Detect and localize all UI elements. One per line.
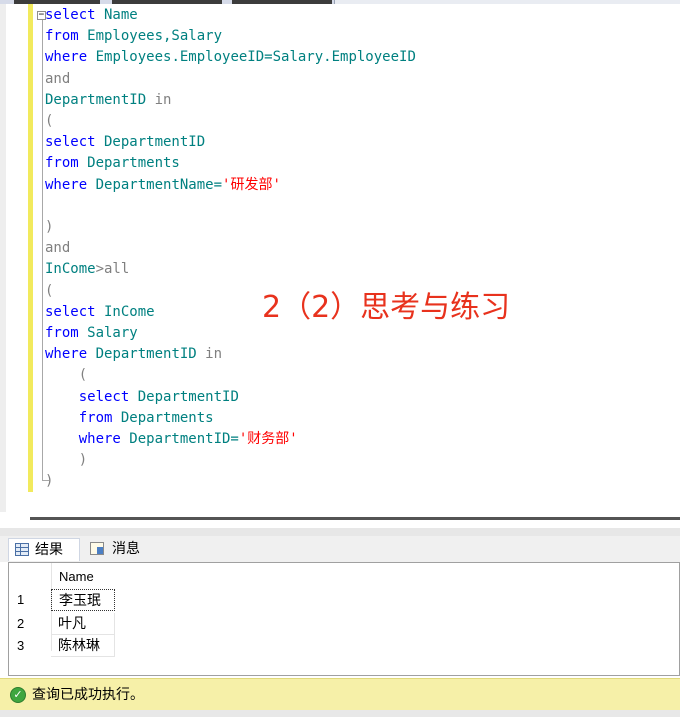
code-line[interactable]: from Employees,Salary bbox=[45, 26, 222, 47]
outline-fold-line bbox=[42, 18, 43, 480]
code-line[interactable]: ( bbox=[45, 365, 87, 386]
grid-cell[interactable]: 李玉珉 bbox=[51, 589, 115, 611]
tab-results-label: 结果 bbox=[35, 542, 63, 558]
code-token: where bbox=[45, 176, 88, 193]
code-token: and bbox=[45, 70, 71, 87]
code-line[interactable]: select Name bbox=[45, 5, 138, 26]
code-line[interactable]: select InCome bbox=[45, 302, 155, 323]
code-line[interactable]: and bbox=[45, 69, 70, 90]
tab-results[interactable]: 结果 bbox=[8, 538, 80, 561]
code-token: from bbox=[45, 155, 79, 172]
grid-icon bbox=[15, 543, 29, 556]
horizontal-scrollbar[interactable] bbox=[30, 517, 680, 520]
table-row[interactable]: 2 叶凡 bbox=[9, 613, 119, 635]
check-icon: ✓ bbox=[10, 687, 26, 703]
code-token: >all bbox=[95, 261, 130, 278]
code-token: where bbox=[45, 49, 88, 66]
code-token: Name bbox=[95, 7, 138, 23]
code-line[interactable]: select DepartmentID bbox=[45, 387, 239, 408]
code-line[interactable]: and bbox=[45, 238, 70, 259]
code-token: select bbox=[45, 303, 96, 320]
code-token: ( bbox=[45, 367, 88, 384]
code-line[interactable]: ( bbox=[45, 111, 53, 132]
code-token: Departments bbox=[78, 155, 180, 172]
table-row[interactable]: 1 李玉珉 bbox=[9, 589, 119, 611]
code-line[interactable]: from Departments bbox=[45, 408, 214, 429]
code-line[interactable]: ) bbox=[45, 450, 87, 471]
code-token: InCome bbox=[95, 303, 155, 320]
code-token: in bbox=[196, 346, 223, 363]
row-number[interactable]: 1 bbox=[17, 589, 47, 611]
code-token: InCome bbox=[45, 261, 96, 278]
code-token: DepartmentID bbox=[87, 346, 197, 363]
code-token: where bbox=[45, 431, 121, 447]
tab-messages[interactable]: 消息 bbox=[84, 538, 148, 560]
code-token: Employees,Salary bbox=[78, 28, 223, 45]
code-line[interactable]: ) bbox=[45, 471, 53, 492]
code-token: from bbox=[45, 325, 79, 341]
table-row[interactable]: 3 陈林琳 bbox=[9, 635, 119, 657]
code-line[interactable]: select DepartmentID bbox=[45, 132, 205, 153]
status-text: 查询已成功执行。 bbox=[32, 687, 144, 703]
code-token: select bbox=[45, 388, 130, 405]
code-line[interactable]: where DepartmentName='研发部' bbox=[45, 175, 281, 196]
code-token: DepartmentID bbox=[129, 388, 239, 405]
code-token: ) bbox=[45, 219, 54, 235]
results-grid[interactable]: Name 1 李玉珉 2 叶凡 3 陈林琳 bbox=[8, 562, 680, 676]
column-header-name[interactable]: Name bbox=[55, 567, 119, 587]
annotation-text: 2（2）思考与练习 bbox=[262, 290, 511, 325]
code-token: ( bbox=[45, 282, 54, 299]
grid-cell[interactable]: 叶凡 bbox=[51, 613, 115, 635]
tab-messages-label: 消息 bbox=[112, 541, 140, 557]
grid-cell[interactable]: 陈林琳 bbox=[51, 635, 115, 657]
code-token: ( bbox=[45, 113, 54, 129]
change-tracking-bar bbox=[28, 4, 33, 492]
code-token: where bbox=[45, 346, 88, 363]
code-line[interactable]: from Departments bbox=[45, 153, 180, 174]
row-number[interactable]: 2 bbox=[17, 613, 47, 635]
code-token: from bbox=[45, 409, 113, 426]
code-line[interactable]: ) bbox=[45, 217, 53, 238]
code-token: DepartmentName= bbox=[87, 176, 223, 193]
code-token: Departments bbox=[112, 409, 214, 426]
code-token: in bbox=[146, 91, 172, 108]
code-line[interactable]: where Employees.EmployeeID=Salary.Employ… bbox=[45, 47, 416, 68]
code-line[interactable]: ( bbox=[45, 281, 53, 302]
messages-icon bbox=[90, 542, 104, 555]
code-line[interactable]: where DepartmentID in bbox=[45, 344, 222, 365]
code-token: DepartmentID bbox=[45, 91, 147, 108]
code-line[interactable]: DepartmentID in bbox=[45, 90, 171, 111]
code-token: ) bbox=[45, 452, 88, 469]
code-line[interactable]: where DepartmentID='财务部' bbox=[45, 429, 298, 450]
code-line[interactable]: InCome>all bbox=[45, 259, 129, 280]
code-token: '研发部' bbox=[222, 176, 281, 193]
code-line[interactable]: from Salary bbox=[45, 323, 138, 344]
code-token: '财务部' bbox=[238, 431, 298, 447]
code-token: DepartmentID= bbox=[120, 431, 239, 447]
code-token: and bbox=[45, 240, 71, 257]
results-tab-bar: 结果 消息 bbox=[0, 536, 680, 562]
row-number[interactable]: 3 bbox=[17, 635, 47, 657]
status-bar: ✓ 查询已成功执行。 bbox=[0, 678, 680, 711]
code-token: DepartmentID bbox=[95, 134, 206, 151]
code-token: Employees.EmployeeID=Salary.EmployeeID bbox=[87, 49, 416, 66]
code-token: select bbox=[45, 7, 96, 23]
code-token: ) bbox=[45, 473, 54, 490]
query-editor[interactable]: − select Name from Employees,Salary where … bbox=[0, 4, 680, 512]
code-token: select bbox=[45, 134, 96, 151]
bottom-edge bbox=[0, 710, 680, 717]
code-token: from bbox=[45, 28, 79, 45]
code-token: Salary bbox=[78, 325, 138, 341]
pane-splitter[interactable] bbox=[0, 528, 680, 536]
